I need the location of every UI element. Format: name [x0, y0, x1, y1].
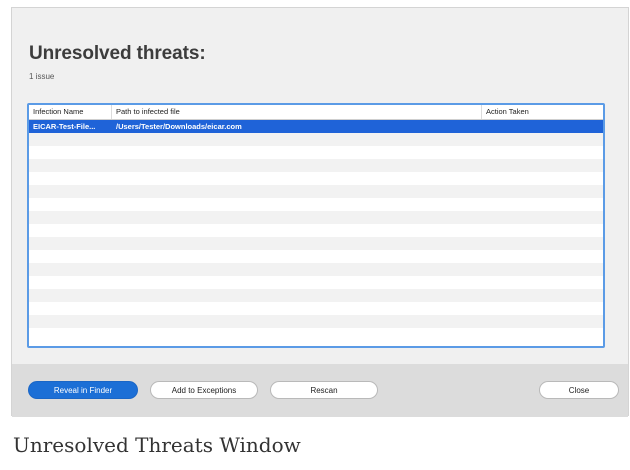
table-header: Infection Name Path to infected file Act… — [29, 105, 603, 120]
table-row-empty — [29, 237, 603, 250]
table-body: EICAR-Test-File... /Users/Tester/Downloa… — [29, 120, 603, 328]
table-row-empty — [29, 250, 603, 263]
infection-name-cell: EICAR-Test-File... — [33, 122, 96, 131]
table-row-empty — [29, 263, 603, 276]
add-to-exceptions-button[interactable]: Add to Exceptions — [150, 381, 258, 399]
figure-caption: Unresolved Threats Window — [13, 433, 301, 457]
table-row-empty — [29, 276, 603, 289]
issue-count: 1 issue — [29, 72, 55, 81]
infected-path-cell: /Users/Tester/Downloads/eicar.com — [116, 122, 242, 131]
threats-table[interactable]: Infection Name Path to infected file Act… — [27, 103, 605, 348]
table-row-empty — [29, 185, 603, 198]
table-row-empty — [29, 198, 603, 211]
column-header-action-taken[interactable]: Action Taken — [482, 105, 603, 119]
table-row-empty — [29, 224, 603, 237]
table-row[interactable]: EICAR-Test-File... /Users/Tester/Downloa… — [29, 120, 603, 133]
table-row-empty — [29, 159, 603, 172]
reveal-in-finder-button[interactable]: Reveal in Finder — [28, 381, 138, 399]
rescan-button[interactable]: Rescan — [270, 381, 378, 399]
close-button[interactable]: Close — [539, 381, 619, 399]
unresolved-threats-window: Unresolved threats: 1 issue Infection Na… — [11, 7, 629, 417]
table-row-empty — [29, 289, 603, 302]
table-row-empty — [29, 315, 603, 328]
button-bar: Reveal in Finder Add to Exceptions Resca… — [12, 364, 628, 417]
table-row-empty — [29, 172, 603, 185]
page-title: Unresolved threats: — [29, 43, 206, 64]
column-header-path[interactable]: Path to infected file — [112, 105, 482, 119]
table-row-empty — [29, 146, 603, 159]
column-header-infection-name[interactable]: Infection Name — [29, 105, 112, 119]
action-taken-cell — [482, 120, 603, 133]
table-row-empty — [29, 133, 603, 146]
table-row-empty — [29, 211, 603, 224]
table-row-empty — [29, 302, 603, 315]
